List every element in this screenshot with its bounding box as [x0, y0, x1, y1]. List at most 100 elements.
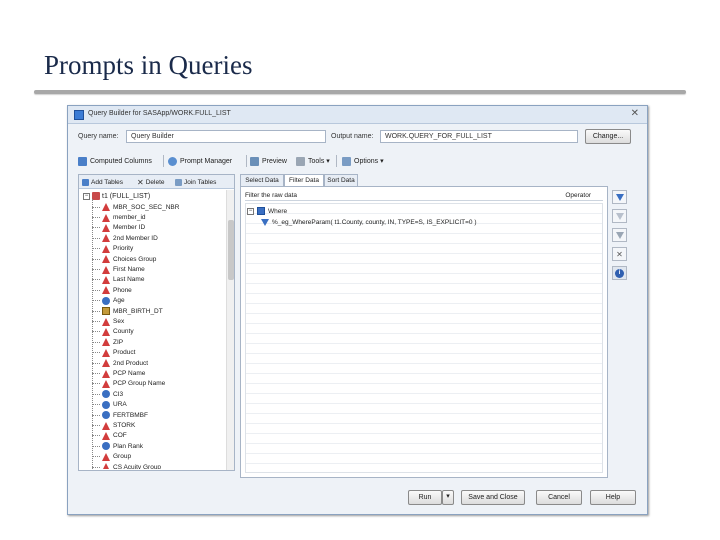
delete-icon[interactable]: ✕	[612, 247, 627, 261]
filter-grid[interactable]	[245, 203, 603, 473]
delete-label: Delete	[145, 179, 165, 186]
character-column-icon	[102, 213, 110, 222]
tree-column-item[interactable]: Group	[92, 452, 131, 462]
tree-column-item[interactable]: ZIP	[92, 337, 123, 347]
tree-column-item[interactable]: Priority	[92, 244, 133, 254]
tree-branch-line	[92, 237, 100, 239]
tree-branch-line	[92, 414, 100, 416]
character-column-icon	[102, 255, 110, 264]
tree-column-item[interactable]: member_id	[92, 212, 146, 222]
numeric-column-icon	[102, 400, 110, 409]
tree-column-item[interactable]: Age	[92, 296, 125, 306]
operator-header: Operator	[565, 192, 591, 199]
tree-column-label: URA	[113, 401, 127, 409]
tree-column-item[interactable]: FERTBMBF	[92, 410, 148, 420]
tree-column-item[interactable]: Plan Rank	[92, 441, 143, 451]
scroll-thumb[interactable]	[228, 220, 234, 280]
window-title: Query Builder for SASApp/WORK.FULL_LIST	[88, 110, 231, 117]
output-name-input[interactable]: WORK.QUERY_FOR_FULL_LIST	[380, 130, 578, 143]
preview-icon	[250, 156, 259, 166]
filter-expression-row[interactable]: %_eg_WhereParam( t1.County, county, IN, …	[261, 219, 476, 226]
tree-column-label: County	[113, 328, 134, 336]
filter-disabled-icon[interactable]	[612, 209, 627, 223]
character-column-icon	[102, 317, 110, 326]
filter-panel: Filter the raw data Operator − Where %_e…	[240, 186, 608, 478]
delete-button[interactable]: ✕ Delete	[137, 177, 165, 188]
tree-column-item[interactable]: Choices Group	[92, 254, 156, 264]
info-icon[interactable]: i	[612, 266, 627, 280]
query-name-label: Query name:	[78, 133, 119, 140]
add-tables-icon	[82, 179, 89, 186]
tree-scrollbar[interactable]	[226, 190, 234, 470]
options-menu[interactable]: Options ▾	[342, 154, 384, 168]
help-button[interactable]: Help	[590, 490, 636, 505]
query-name-input[interactable]: Query Builder	[126, 130, 326, 143]
tree-column-item[interactable]: MBR_SOC_SEC_NBR	[92, 202, 179, 212]
tree-column-item[interactable]: CI3	[92, 389, 123, 399]
tree-column-label: Sex	[113, 318, 125, 326]
close-icon[interactable]: ✕	[631, 108, 639, 119]
run-dropdown-icon[interactable]: ▾	[442, 490, 454, 505]
add-tables-button[interactable]: Add Tables	[82, 177, 123, 188]
run-button[interactable]: Run	[408, 490, 442, 505]
tree-column-item[interactable]: 2nd Product	[92, 358, 148, 368]
tree-column-item[interactable]: Phone	[92, 285, 132, 295]
tree-column-item[interactable]: PCP Name	[92, 368, 145, 378]
tree-column-item[interactable]: CS Acuity Group	[92, 462, 161, 469]
cancel-button[interactable]: Cancel	[536, 490, 582, 505]
tree-branch-line	[92, 206, 100, 208]
tree-column-label: Choices Group	[113, 255, 157, 263]
where-node[interactable]: − Where	[247, 207, 287, 215]
tree-column-item[interactable]: COF	[92, 431, 127, 441]
tree-column-label: CS Acuity Group	[113, 463, 162, 469]
tree-branch-line	[92, 321, 100, 323]
prompt-manager-button[interactable]: Prompt Manager	[168, 154, 232, 168]
collapse-icon[interactable]: −	[83, 192, 90, 200]
character-column-icon	[102, 223, 110, 232]
join-tables-icon	[175, 179, 182, 186]
output-name-label: Output name:	[331, 133, 374, 140]
tree-branch-line	[92, 217, 100, 219]
tree-root[interactable]: − t1 (FULL_LIST)	[83, 191, 150, 201]
tree-column-item[interactable]: Sex	[92, 316, 124, 326]
tree-column-item[interactable]: URA	[92, 400, 127, 410]
tree-column-item[interactable]: County	[92, 327, 134, 337]
preview-button[interactable]: Preview	[250, 154, 287, 168]
tree-column-item[interactable]: Product	[92, 348, 135, 358]
computed-columns-button[interactable]: Computed Columns	[78, 154, 152, 168]
tree-column-item[interactable]: PCP Group Name	[92, 379, 165, 389]
character-column-icon	[102, 421, 110, 430]
join-tables-label: Join Tables	[184, 179, 217, 186]
tree-column-item[interactable]: First Name	[92, 264, 145, 274]
tools-menu[interactable]: Tools ▾	[296, 154, 330, 168]
save-and-close-button[interactable]: Save and Close	[461, 490, 525, 505]
tree-column-item[interactable]: Last Name	[92, 275, 144, 285]
tree-branch-line	[92, 352, 100, 354]
tree-column-item[interactable]: MBR_BIRTH_DT	[92, 306, 163, 316]
delete-icon: ✕	[137, 178, 144, 187]
funnel-glyph	[615, 212, 624, 220]
tree-column-item[interactable]: STORK	[92, 420, 135, 430]
change-button[interactable]: Change...	[585, 129, 631, 144]
filter-grid-header: Filter the raw data Operator	[245, 191, 603, 201]
tables-toolbar: Add Tables ✕ Delete Join Tables	[79, 175, 234, 189]
window-titlebar[interactable]: Query Builder for SASApp/WORK.FULL_LIST …	[68, 106, 647, 124]
filter-group-icon[interactable]	[612, 228, 627, 242]
funnel-glyph	[615, 231, 624, 239]
add-tables-label: Add Tables	[91, 179, 124, 186]
tree-column-item[interactable]: 2nd Member ID	[92, 233, 158, 243]
tree-column-label: Age	[113, 297, 125, 305]
tree-column-label: PCP Name	[113, 370, 146, 378]
tree-column-label: CI3	[113, 390, 124, 398]
query-builder-window: Query Builder for SASApp/WORK.FULL_LIST …	[67, 105, 648, 515]
join-tables-button[interactable]: Join Tables	[175, 177, 216, 188]
tables-panel: Add Tables ✕ Delete Join Tables − t1 (FU…	[78, 174, 235, 471]
tree-column-item[interactable]: Member ID	[92, 223, 145, 233]
character-column-icon	[102, 203, 110, 212]
grid-header-label: Filter the raw data	[245, 192, 298, 199]
toolbar-separator	[336, 155, 337, 167]
collapse-icon[interactable]: −	[247, 207, 254, 215]
preview-label: Preview	[262, 157, 287, 165]
character-column-icon	[102, 275, 110, 284]
filter-edit-icon[interactable]	[612, 190, 627, 204]
